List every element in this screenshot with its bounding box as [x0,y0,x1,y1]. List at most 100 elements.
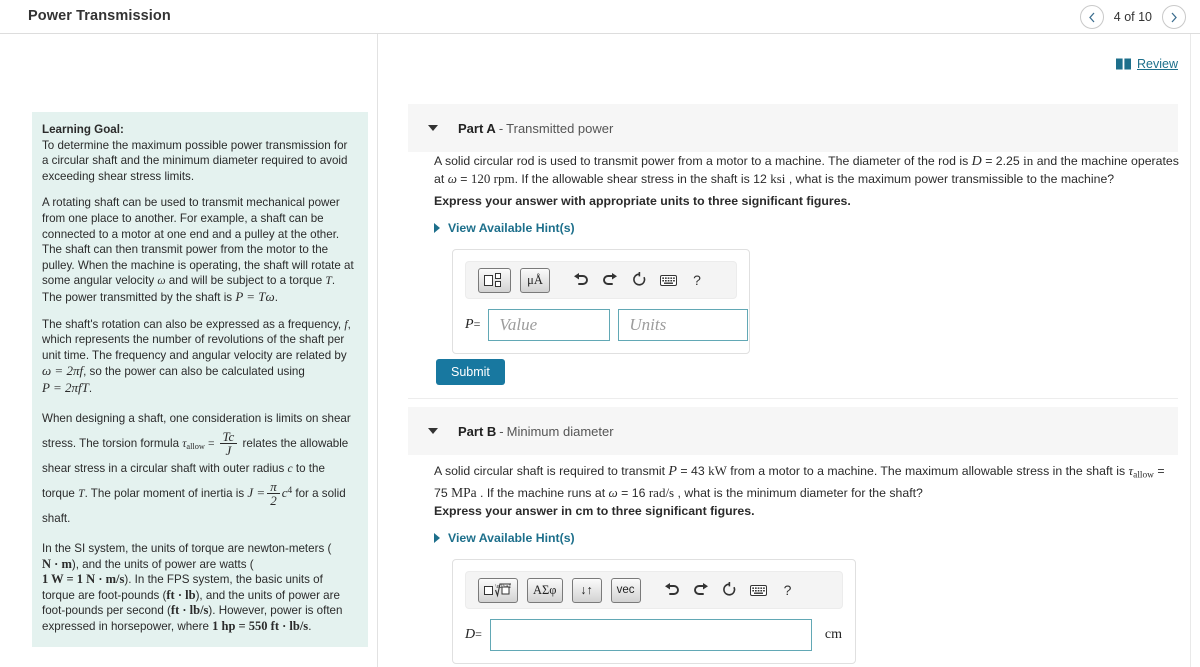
megapascal-unit: MPa [451,485,477,501]
template-matrix-icon[interactable] [478,267,511,293]
undo-glyph [664,583,679,595]
part-b-equals-sign: = [475,627,482,641]
intro-p3-text-a: The shaft's rotation can also be express… [42,317,345,331]
redo-glyph [603,273,617,285]
fraction-denominator: J [219,443,238,458]
part-a-hints-toggle[interactable]: View Available Hint(s) [434,221,575,235]
kilowatt-unit: kW [708,463,727,478]
diameter-symbol: D [971,154,982,169]
pager: 4 of 10 [1079,4,1186,30]
inch-unit: in [1023,153,1034,168]
part-b-value-input[interactable] [489,619,812,651]
review-link[interactable]: Review [1116,57,1178,71]
help-icon[interactable]: ? [778,579,798,601]
keyboard-glyph [750,584,768,596]
part-b-unit-suffix: cm [824,627,843,642]
omega-symbol-a: ω [447,171,457,186]
learning-goal-text: To determine the maximum possible power … [42,138,348,183]
redo-icon[interactable] [600,269,620,291]
part-a-value-input[interactable] [488,309,611,341]
part-a-field-row: P= [465,309,749,341]
pi-numerator: π [270,478,277,494]
part-b-hints-label: View Available Hint(s) [448,531,575,545]
learning-goal-heading: Learning Goal: [42,123,124,136]
help-icon[interactable]: ? [687,269,707,291]
horsepower-equation: 1 hp = 550 ft · lb/s [212,619,309,634]
keyboard-icon[interactable] [749,579,769,601]
polar-moment-equation: J = [247,484,266,500]
rpm-value: 120 rpm [470,171,515,186]
pb-text-e: . If the machine runs at [476,486,609,501]
intro-p5-text-a: In the SI system, the units of torque ar… [42,542,332,556]
template-radical-glyph: \u25a1 [484,583,511,598]
tau-subscript: allow [186,441,205,451]
top-bar: Power Transmission 4 of 10 [0,0,1200,34]
pb-text-g: , what is the minimum diameter for the s… [674,486,923,501]
book-icon [1116,58,1131,70]
prev-page-button[interactable] [1079,5,1104,29]
part-b-hints-toggle[interactable]: View Available Hint(s) [434,531,575,545]
tau-subscript-b: allow [1133,470,1154,481]
intro-paragraph-2: A rotating shaft can be used to transmit… [42,195,356,305]
pa-text-d: = [456,172,471,186]
pa-text-e: . If the allowable shear stress in the s… [514,172,771,186]
reset-glyph [723,582,736,596]
part-b-express-instruction: Express your answer in cm to three signi… [434,504,755,518]
equals-sign-1: = [207,436,215,450]
right-edge-divider [1190,34,1191,667]
intro-paragraph-4: When designing a shaft, one consideratio… [42,408,356,531]
reset-icon[interactable] [720,579,740,601]
part-a-units-input[interactable] [618,309,749,341]
chevron-right-icon [1171,12,1177,22]
caret-down-icon[interactable] [428,428,438,434]
intro-paragraph-3: The shaft's rotation can also be express… [42,317,356,397]
review-label: Review [1137,57,1178,71]
template-matrix-glyph [484,272,501,287]
part-a-name: Part A [458,120,496,136]
arrows-updown-icon[interactable]: ↓↑ [571,577,602,603]
intro-p3-text-d: . [88,381,93,395]
part-b-field-row: D= cm [465,619,843,651]
redo-icon[interactable] [691,579,711,601]
intro-p5-text-b: ), and the units of power are watts ( [71,557,254,571]
page-title: Power Transmission [28,8,171,24]
part-a-dash: - [498,120,504,136]
units-mu-angstrom-icon[interactable]: μÅ [520,267,550,293]
part-b-toolbar: \u25a1 ΑΣφ ↓↑ vec [465,571,843,609]
reset-glyph [632,272,645,286]
part-a-toolbar: μÅ ? [465,261,737,299]
intro-p2-text-b: and will be subject to a torque [165,274,326,288]
greek-letters-icon[interactable]: ΑΣφ [527,577,563,603]
pb-text-a: A solid circular shaft is required to tr… [434,464,669,478]
intro-p5-text-f: . [308,620,312,634]
part-b-dash: - [499,423,504,439]
part-a-header[interactable]: Part A - Transmitted power [408,104,1178,152]
vector-icon[interactable]: vec [610,577,641,603]
keyboard-glyph [659,274,677,286]
part-b-variable-glyph: D [465,627,476,642]
keyboard-icon[interactable] [658,269,678,291]
caret-right-icon [434,533,440,543]
redo-glyph [693,583,708,595]
part-b-header[interactable]: Part B - Minimum diameter [408,407,1178,455]
tau-allow-symbol: τallow [182,437,205,451]
learning-goal-paragraph: Learning Goal: To determine the maximum … [42,122,356,184]
part-a-prompt: A solid circular rod is used to transmit… [434,152,1180,188]
c-to-fourth: c4 [282,485,292,500]
intro-p2-text-d: . [274,290,278,304]
reset-icon[interactable] [629,269,649,291]
intro-p4-text-d: . The polar moment of inertia is [84,486,248,500]
next-page-button[interactable] [1162,5,1186,29]
undo-icon[interactable] [571,269,591,291]
omega-symbol-b: ω [608,485,618,501]
part-a-subtitle: Transmitted power [506,120,614,136]
part-b-answer-widget: \u25a1 ΑΣφ ↓↑ vec [452,559,856,664]
part-a-variable-glyph: P [465,317,474,332]
undo-icon[interactable] [662,579,682,601]
part-b-variable-label: D= [465,627,482,643]
part-a-express-instruction: Express your answer with appropriate uni… [434,194,851,208]
caret-down-icon[interactable] [428,125,438,131]
part-a-submit-button[interactable]: Submit [436,359,505,385]
pa-text-a: A solid circular rod is used to transmit… [434,154,972,168]
template-radical-icon[interactable]: \u25a1 [478,577,518,603]
